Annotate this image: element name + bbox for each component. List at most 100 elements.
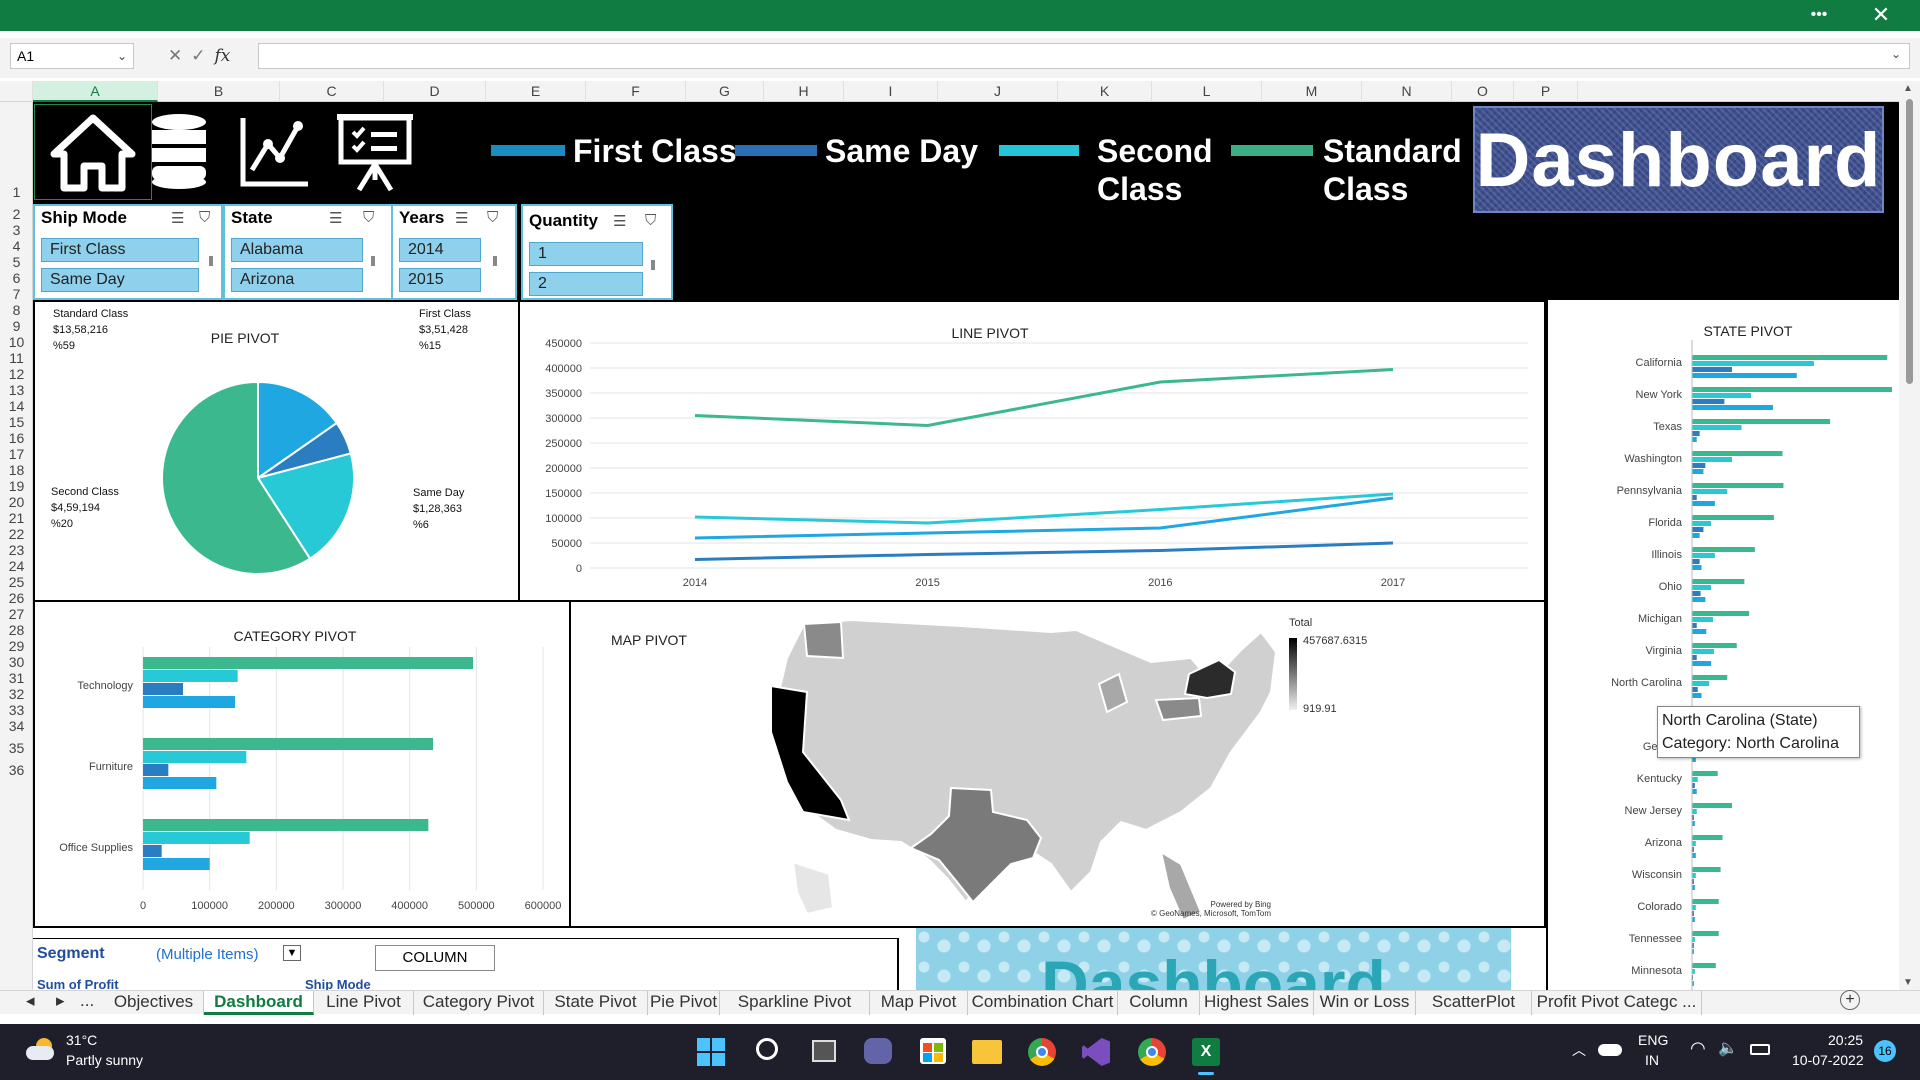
row-header[interactable]: 36 bbox=[0, 762, 33, 778]
multi-select-icon[interactable]: ☰ bbox=[171, 209, 184, 227]
pie-pivot-chart[interactable]: PIE PIVOT Standard Class $13,58,216 %59 Fi… bbox=[33, 300, 520, 602]
row-header[interactable]: 33 bbox=[0, 702, 33, 718]
column-header[interactable]: H bbox=[764, 81, 844, 102]
row-header[interactable]: 35 bbox=[0, 740, 33, 756]
state-bar[interactable] bbox=[1692, 533, 1700, 538]
cancel-icon[interactable]: ✕ bbox=[168, 46, 182, 66]
row-header[interactable]: 19 bbox=[0, 478, 33, 494]
sheet-tab[interactable]: Profit Pivot Categc ... bbox=[1532, 991, 1702, 1015]
column-header[interactable]: B bbox=[158, 81, 280, 102]
state-bar[interactable] bbox=[1692, 501, 1715, 506]
state-bar[interactable] bbox=[1692, 463, 1706, 468]
row-header[interactable]: 34 bbox=[0, 718, 33, 734]
state-bar[interactable] bbox=[1692, 469, 1704, 474]
slicer-scrollbar[interactable] bbox=[209, 256, 213, 266]
state-bar[interactable] bbox=[1692, 905, 1696, 910]
slicer-item[interactable]: First Class bbox=[41, 238, 199, 262]
check-icon[interactable]: ✓ bbox=[191, 46, 205, 66]
state-bar[interactable] bbox=[1692, 681, 1710, 686]
sheet-tab[interactable]: Win or Loss bbox=[1314, 991, 1416, 1015]
formula-input[interactable]: ⌄ bbox=[258, 43, 1910, 69]
line-series[interactable] bbox=[694, 541, 1394, 561]
clock-date[interactable]: 10-07-2022 bbox=[1792, 1052, 1864, 1068]
state-bar[interactable] bbox=[1692, 789, 1697, 794]
column-header[interactable]: M bbox=[1262, 81, 1362, 102]
category-bar[interactable] bbox=[143, 670, 238, 682]
weather-temp[interactable]: 31°C bbox=[66, 1032, 97, 1048]
column-header[interactable]: J bbox=[938, 81, 1058, 102]
state-bar[interactable] bbox=[1692, 873, 1696, 878]
category-bar[interactable] bbox=[143, 738, 433, 750]
row-header[interactable]: 5 bbox=[0, 254, 33, 270]
row-header[interactable]: 23 bbox=[0, 542, 33, 558]
row-header[interactable]: 24 bbox=[0, 558, 33, 574]
row-header[interactable]: 3 bbox=[0, 222, 33, 238]
slicer-item[interactable]: Same Day bbox=[41, 268, 199, 292]
column-header[interactable]: E bbox=[486, 81, 586, 102]
state-bar[interactable] bbox=[1692, 367, 1732, 372]
multi-select-icon[interactable]: ☰ bbox=[329, 209, 342, 227]
select-all-corner[interactable] bbox=[0, 81, 33, 102]
column-header[interactable]: A bbox=[33, 81, 158, 102]
state-bar[interactable] bbox=[1692, 809, 1697, 814]
language-top[interactable]: ENG bbox=[1638, 1032, 1668, 1048]
column-header[interactable]: N bbox=[1362, 81, 1452, 102]
state-bar[interactable] bbox=[1692, 623, 1697, 628]
column-header[interactable]: I bbox=[844, 81, 938, 102]
state-bar[interactable] bbox=[1692, 617, 1713, 622]
state-bar[interactable] bbox=[1692, 655, 1697, 660]
state-bar[interactable] bbox=[1692, 405, 1773, 410]
state-bar[interactable] bbox=[1692, 521, 1712, 526]
name-box[interactable]: A1 ⌄ bbox=[10, 43, 134, 69]
state-bar[interactable] bbox=[1692, 457, 1732, 462]
battery-icon[interactable] bbox=[1750, 1044, 1770, 1055]
slicer-item[interactable]: 2 bbox=[529, 272, 643, 296]
home-icon[interactable] bbox=[34, 104, 152, 200]
row-header[interactable]: 27 bbox=[0, 606, 33, 622]
slicer-item[interactable]: 1 bbox=[529, 242, 643, 266]
volume-icon[interactable]: 🔈 bbox=[1718, 1038, 1738, 1058]
sheet-tab[interactable]: Dashboard bbox=[204, 991, 314, 1015]
state-bar[interactable] bbox=[1692, 899, 1719, 904]
state-bar[interactable] bbox=[1692, 361, 1814, 366]
state-bar[interactable] bbox=[1692, 431, 1700, 436]
state-bar[interactable] bbox=[1692, 687, 1698, 692]
vertical-scrollbar[interactable]: ▲ ▼ bbox=[1899, 81, 1920, 990]
row-header[interactable]: 16 bbox=[0, 430, 33, 446]
excel-icon[interactable]: X bbox=[1192, 1038, 1220, 1066]
state-bar[interactable] bbox=[1692, 419, 1831, 424]
state-bar[interactable] bbox=[1692, 437, 1697, 442]
scrollbar-thumb[interactable] bbox=[1906, 99, 1913, 384]
map-pivot-chart[interactable]: MAP PIVOT Total 457687.6315 919.91 Power… bbox=[571, 602, 1546, 928]
state-bar[interactable] bbox=[1692, 585, 1712, 590]
multi-select-icon[interactable]: ☰ bbox=[613, 212, 626, 230]
state-bar[interactable] bbox=[1692, 597, 1706, 602]
slicer-scrollbar[interactable] bbox=[651, 260, 655, 270]
category-bar[interactable] bbox=[143, 777, 217, 789]
line-series[interactable] bbox=[694, 368, 1394, 428]
chrome-icon[interactable] bbox=[1028, 1038, 1056, 1066]
state-bar[interactable] bbox=[1692, 483, 1784, 488]
state-bar[interactable] bbox=[1692, 559, 1700, 564]
row-header[interactable]: 28 bbox=[0, 622, 33, 638]
row-header[interactable]: 32 bbox=[0, 686, 33, 702]
weather-icon[interactable] bbox=[26, 1038, 56, 1060]
row-header[interactable]: 20 bbox=[0, 494, 33, 510]
row-header[interactable]: 2 bbox=[0, 206, 33, 222]
language-bottom[interactable]: IN bbox=[1645, 1052, 1659, 1068]
scroll-up-icon[interactable]: ▲ bbox=[1903, 83, 1913, 94]
category-pivot-chart[interactable]: CATEGORY PIVOT 0 100000 200000 300000 400000… bbox=[33, 602, 571, 928]
wifi-icon[interactable]: ◠ bbox=[1690, 1038, 1706, 1059]
row-header[interactable]: 17 bbox=[0, 446, 33, 462]
add-sheet-icon[interactable]: + bbox=[1840, 990, 1860, 1010]
row-header[interactable]: 31 bbox=[0, 670, 33, 686]
slicer-item[interactable]: 2014 bbox=[399, 238, 481, 262]
sheet-tab[interactable]: Column bbox=[1118, 991, 1200, 1015]
row-header[interactable]: 10 bbox=[0, 334, 33, 350]
state-bar[interactable] bbox=[1692, 399, 1725, 404]
sheet-tab[interactable]: Sparkline Pivot bbox=[720, 991, 870, 1015]
row-header[interactable]: 25 bbox=[0, 574, 33, 590]
sheet-tab[interactable]: Map Pivot bbox=[870, 991, 968, 1015]
chevron-up-icon[interactable]: ︿ bbox=[1572, 1040, 1586, 1060]
slicer-ship-mode[interactable]: Ship Mode ☰ ⛉ First Class Same Day bbox=[33, 204, 223, 300]
